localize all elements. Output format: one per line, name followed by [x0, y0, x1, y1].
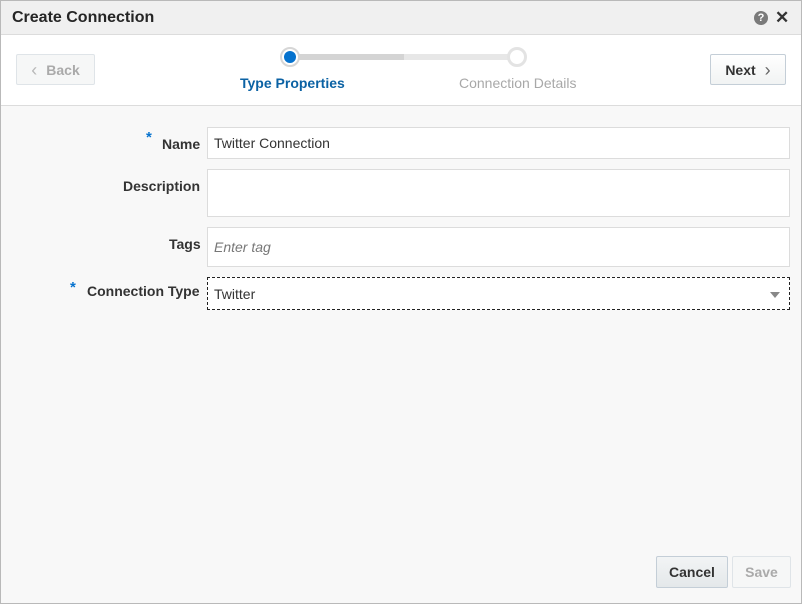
dialog-titlebar: Create Connection ? ✕ — [1, 1, 801, 35]
help-icon[interactable]: ? — [754, 11, 768, 25]
step-train: ‹ Back Type Properties Connection Detail… — [1, 35, 801, 106]
step-stop-type-properties[interactable] — [280, 47, 300, 67]
dropdown-arrow-icon — [770, 292, 780, 298]
next-button[interactable]: Next › — [710, 54, 786, 85]
chevron-left-icon: ‹ — [31, 59, 38, 80]
pending-step-dot — [512, 52, 522, 62]
save-button[interactable]: Save — [732, 556, 791, 588]
name-label: Name — [162, 136, 201, 152]
dialog-title: Create Connection — [12, 9, 155, 26]
description-input[interactable] — [207, 169, 790, 217]
tags-input[interactable] — [207, 227, 790, 267]
name-input[interactable] — [207, 127, 790, 159]
name-required-marker: * — [146, 129, 152, 146]
tags-label: Tags — [169, 236, 201, 252]
connection-type-label: Connection Type — [87, 283, 200, 299]
step-stop-connection-details[interactable] — [507, 47, 527, 67]
create-connection-dialog: Create Connection ? ✕ ‹ Back Type Proper… — [0, 0, 802, 604]
train-track-progress — [290, 54, 404, 60]
step-label-type-properties[interactable]: Type Properties — [240, 75, 345, 91]
next-button-label: Next — [725, 61, 756, 78]
connection-type-value: Twitter — [214, 285, 256, 302]
step-label-connection-details[interactable]: Connection Details — [459, 75, 577, 91]
description-label: Description — [123, 178, 201, 194]
current-step-dot — [284, 51, 296, 63]
chevron-right-icon: › — [764, 59, 771, 80]
back-button-label: Back — [46, 61, 80, 78]
cancel-button[interactable]: Cancel — [656, 556, 728, 588]
connection-type-required-marker: * — [70, 279, 76, 296]
close-icon[interactable]: ✕ — [775, 8, 789, 28]
connection-type-select[interactable]: Twitter — [207, 277, 790, 310]
back-button[interactable]: ‹ Back — [16, 54, 95, 85]
